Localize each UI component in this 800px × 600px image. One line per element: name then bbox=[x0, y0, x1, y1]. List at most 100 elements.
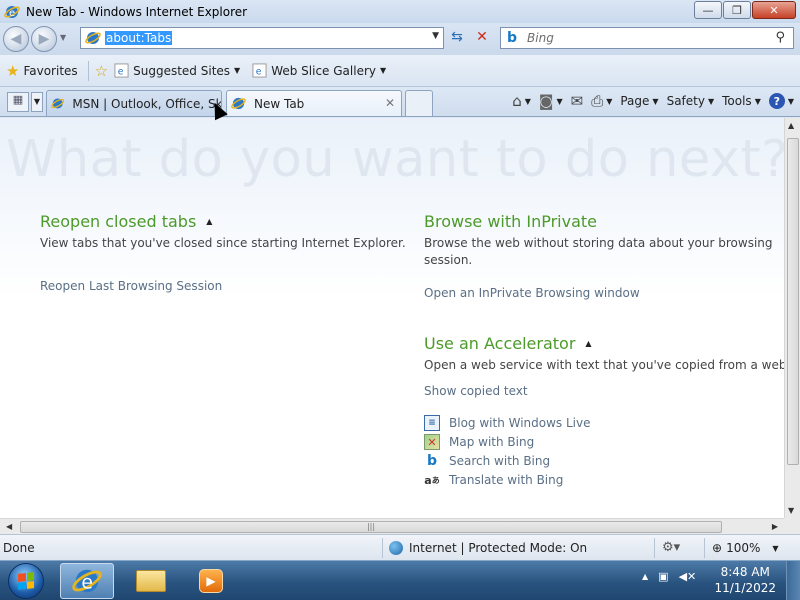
section-title: Use an Accelerator bbox=[424, 334, 576, 353]
horizontal-scrollbar[interactable]: ◀ ||| ▶ bbox=[0, 518, 784, 534]
translate-with-bing-link[interactable]: aあ Translate with Bing bbox=[424, 472, 563, 488]
recent-pages-dropdown[interactable]: ▼ bbox=[60, 33, 66, 42]
chevron-down-icon: ▼ bbox=[754, 96, 761, 106]
address-input[interactable]: about:Tabs bbox=[105, 31, 173, 45]
map-with-bing-link[interactable]: ✕ Map with Bing bbox=[424, 434, 534, 450]
collapse-arrow-icon[interactable]: ▲ bbox=[206, 217, 212, 226]
suggested-sites-label: Suggested Sites bbox=[133, 63, 231, 78]
scroll-thumb[interactable] bbox=[787, 138, 799, 465]
reopen-description: View tabs that you've closed since start… bbox=[40, 236, 406, 250]
zoom-control[interactable]: ⊕ 100% ▼ bbox=[712, 541, 779, 555]
web-slice-gallery-label: Web Slice Gallery bbox=[271, 63, 376, 78]
blog-with-windows-live-link[interactable]: ≡ Blog with Windows Live bbox=[424, 415, 591, 431]
start-button[interactable] bbox=[8, 563, 44, 599]
scroll-left-icon[interactable]: ◀ bbox=[6, 522, 12, 531]
show-hidden-icons-icon[interactable]: ▲ bbox=[642, 572, 648, 581]
divider bbox=[87, 60, 89, 81]
svg-text:e: e bbox=[256, 66, 262, 77]
favorites-button[interactable]: ★ Favorites bbox=[6, 62, 78, 80]
section-title: Browse with InPrivate bbox=[424, 212, 598, 231]
close-button[interactable]: ✕ bbox=[752, 1, 796, 19]
status-text: Done bbox=[3, 541, 35, 555]
collapse-arrow-icon[interactable]: ▲ bbox=[585, 339, 591, 348]
new-tab-button[interactable] bbox=[405, 90, 433, 116]
search-with-bing-link[interactable]: b Search with Bing bbox=[424, 453, 550, 469]
use-accelerator-heading[interactable]: Use an Accelerator ▲ bbox=[424, 334, 592, 353]
print-button[interactable]: ⎙ ▼ bbox=[591, 92, 612, 110]
accelerator-label: Blog with Windows Live bbox=[449, 416, 591, 430]
internet-explorer-icon bbox=[51, 98, 65, 109]
scroll-up-icon[interactable]: ▲ bbox=[788, 121, 794, 130]
minimize-button[interactable]: — bbox=[694, 1, 722, 19]
help-menu[interactable]: ? ▼ bbox=[768, 93, 794, 109]
windows-live-blog-icon: ≡ bbox=[424, 415, 440, 431]
scroll-right-icon[interactable]: ▶ bbox=[772, 522, 778, 531]
compatibility-refresh-button[interactable]: ⇆ bbox=[446, 29, 468, 49]
tab-new-tab[interactable]: New Tab ✕ bbox=[226, 90, 402, 116]
favorites-star-icon: ★ bbox=[6, 61, 20, 80]
tab-list-dropdown[interactable]: ▼ bbox=[31, 92, 43, 112]
divider bbox=[704, 538, 705, 558]
zoom-icon: ⊕ bbox=[712, 541, 723, 555]
suggested-sites-button[interactable]: e Suggested Sites ▼ bbox=[114, 63, 240, 78]
scroll-down-icon[interactable]: ▼ bbox=[788, 506, 794, 515]
taskbar: e ▶ ▲ ▣ ◀✕ 8:48 AM 11/1/2022 bbox=[0, 560, 800, 600]
volume-muted-icon[interactable]: ◀✕ bbox=[679, 570, 697, 583]
browse-inprivate-heading: Browse with InPrivate bbox=[424, 212, 597, 231]
safety-menu[interactable]: Safety ▼ bbox=[667, 94, 715, 108]
bing-icon: b bbox=[426, 453, 438, 469]
clock[interactable]: 8:48 AM 11/1/2022 bbox=[714, 564, 776, 596]
maximize-button[interactable]: ❐ bbox=[723, 1, 751, 19]
tools-menu[interactable]: Tools ▼ bbox=[722, 94, 761, 108]
tab-msn[interactable]: MSN | Outlook, Office, Sky... bbox=[46, 90, 222, 116]
taskbar-media-player[interactable]: ▶ bbox=[184, 563, 238, 599]
page-heading: What do you want to do next? bbox=[6, 130, 784, 189]
feeds-button[interactable]: ◙ ▼ bbox=[539, 92, 563, 110]
chevron-down-icon: ▼ bbox=[707, 96, 715, 106]
page-icon: e bbox=[252, 63, 267, 78]
scroll-thumb[interactable]: ||| bbox=[20, 521, 722, 533]
chevron-down-icon: ▼ bbox=[234, 66, 241, 75]
back-arrow-icon: ◀ bbox=[10, 31, 22, 47]
address-dropdown-icon[interactable]: ▼ bbox=[432, 31, 439, 41]
favorites-bar: ★ Favorites ☆ e Suggested Sites ▼ e Web … bbox=[0, 55, 800, 87]
stop-button[interactable]: ✕ bbox=[472, 29, 492, 49]
chevron-down-icon[interactable]: ▼ bbox=[525, 97, 531, 106]
forward-arrow-icon: ▶ bbox=[38, 31, 50, 47]
open-inprivate-link[interactable]: Open an InPrivate Browsing window bbox=[424, 286, 640, 300]
reopen-closed-tabs-heading[interactable]: Reopen closed tabs ▲ bbox=[40, 212, 212, 231]
search-input[interactable]: Bing bbox=[527, 31, 554, 45]
search-icon[interactable]: ⚲ bbox=[775, 30, 785, 45]
divider bbox=[382, 538, 383, 558]
address-bar[interactable]: about:Tabs ▼ bbox=[80, 27, 444, 49]
forward-button[interactable]: ▶ bbox=[31, 26, 57, 52]
chevron-down-icon[interactable]: ▼ bbox=[606, 97, 612, 106]
chevron-down-icon[interactable]: ▼ bbox=[556, 97, 562, 106]
window-controls: — ❐ ✕ bbox=[694, 1, 796, 19]
security-zone[interactable]: Internet | Protected Mode: On bbox=[389, 541, 587, 555]
chevron-down-icon: ▼ bbox=[787, 96, 794, 106]
reopen-last-session-link[interactable]: Reopen Last Browsing Session bbox=[40, 279, 222, 293]
vertical-scrollbar[interactable]: ▲ ▼ bbox=[784, 118, 800, 518]
add-to-favorites-bar-icon[interactable]: ☆ bbox=[95, 62, 108, 80]
read-mail-button[interactable]: ✉ bbox=[571, 92, 584, 110]
title-bar: e New Tab - Windows Internet Explorer — … bbox=[0, 0, 800, 23]
show-desktop-button[interactable] bbox=[786, 561, 800, 600]
tab-label: MSN | Outlook, Office, Sky... bbox=[72, 96, 221, 111]
refresh-icon: ⇆ bbox=[451, 29, 463, 45]
search-box[interactable]: b Bing ⚲ bbox=[500, 27, 794, 49]
close-tab-icon[interactable]: ✕ bbox=[385, 96, 395, 110]
show-copied-text-link[interactable]: Show copied text bbox=[424, 384, 528, 398]
printer-icon: ⎙ bbox=[591, 92, 604, 110]
taskbar-windows-explorer[interactable] bbox=[124, 563, 178, 599]
quick-tabs-button[interactable]: ▦ bbox=[7, 92, 29, 112]
accelerator-label: Map with Bing bbox=[449, 435, 535, 449]
taskbar-internet-explorer[interactable]: e bbox=[60, 563, 114, 599]
web-slice-gallery-button[interactable]: e Web Slice Gallery ▼ bbox=[252, 63, 386, 78]
popup-blocker-icon[interactable]: ⚙▾ bbox=[662, 540, 680, 555]
network-icon[interactable]: ▣ bbox=[658, 570, 668, 583]
back-button[interactable]: ◀ bbox=[3, 26, 29, 52]
home-button[interactable]: ⌂ ▼ bbox=[512, 92, 531, 110]
section-title: Reopen closed tabs bbox=[40, 212, 197, 231]
page-menu[interactable]: Page ▼ bbox=[620, 94, 658, 108]
